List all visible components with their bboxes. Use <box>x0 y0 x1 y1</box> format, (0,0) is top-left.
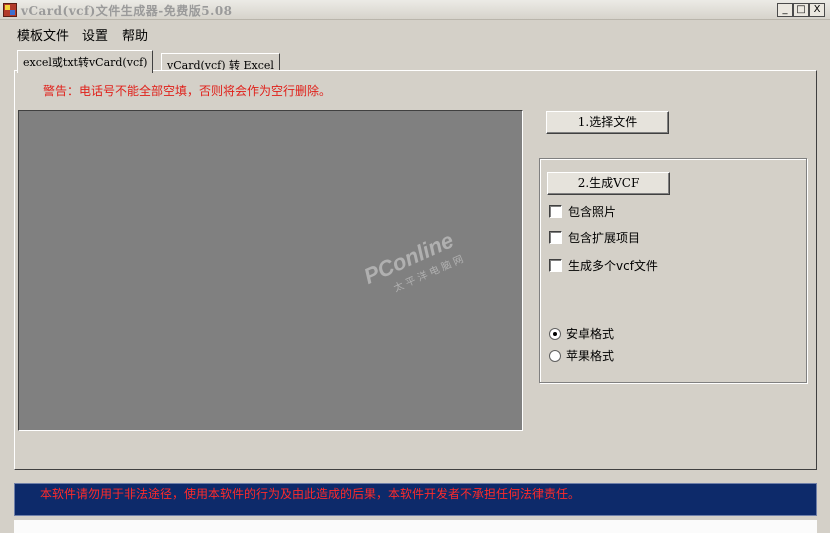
radio-apple-format[interactable]: 苹果格式 <box>549 347 614 364</box>
footer-notice-bar: 本软件请勿用于非法途径，使用本软件的行为及由此造成的后果，本软件开发者不承担任何… <box>14 483 817 516</box>
checkbox[interactable] <box>549 259 562 272</box>
bottom-strip <box>14 520 817 533</box>
app-icon <box>3 3 17 17</box>
radio-button[interactable] <box>549 327 561 340</box>
options-group: 2.生成VCF 包含照片 包含扩展项目 生成多个vcf文件 安卓格式 苹果格式 <box>539 158 807 383</box>
watermark: PConline 太平洋电脑网 <box>360 225 468 303</box>
option-include-photo[interactable]: 包含照片 <box>549 203 616 220</box>
generate-vcf-button[interactable]: 2.生成VCF <box>547 172 670 195</box>
checkbox[interactable] <box>549 205 562 218</box>
tab-excel-to-vcard[interactable]: excel或txt转vCard(vcf) <box>17 50 154 73</box>
maximize-button[interactable]: □ <box>793 3 809 17</box>
radio-button[interactable] <box>549 349 561 362</box>
footer-notice: 本软件请勿用于非法途径，使用本软件的行为及由此造成的后果，本软件开发者不承担任何… <box>40 487 581 501</box>
radio-android-format[interactable]: 安卓格式 <box>549 325 614 342</box>
window-title: vCard(vcf)文件生成器-免费版5.08 <box>21 4 233 18</box>
checkbox[interactable] <box>549 231 562 244</box>
tab-panel: 警告：电话号不能全部空填，否则将会作为空行删除。 PConline 太平洋电脑网… <box>14 70 817 470</box>
title-bar: vCard(vcf)文件生成器-免费版5.08 _ □ X <box>0 0 830 20</box>
data-preview-area[interactable]: PConline 太平洋电脑网 <box>18 110 523 431</box>
checkbox-label: 生成多个vcf文件 <box>568 259 658 273</box>
menu-template-file[interactable]: 模板文件 <box>17 25 69 44</box>
minimize-button[interactable]: _ <box>777 3 793 17</box>
menu-help[interactable]: 帮助 <box>122 25 148 44</box>
select-file-button[interactable]: 1.选择文件 <box>546 111 669 134</box>
tab-label: excel或txt转vCard(vcf) <box>23 56 148 69</box>
option-include-extended[interactable]: 包含扩展项目 <box>549 229 640 246</box>
radio-label: 安卓格式 <box>566 327 615 341</box>
close-button[interactable]: X <box>809 3 825 17</box>
menu-settings[interactable]: 设置 <box>82 25 108 44</box>
checkbox-label: 包含照片 <box>568 205 617 219</box>
option-multiple-vcf[interactable]: 生成多个vcf文件 <box>549 257 658 274</box>
checkbox-label: 包含扩展项目 <box>568 231 641 245</box>
radio-label: 苹果格式 <box>566 349 615 363</box>
warning-text: 警告：电话号不能全部空填，否则将会作为空行删除。 <box>43 84 332 98</box>
menu-bar: 模板文件 设置 帮助 <box>0 21 830 44</box>
